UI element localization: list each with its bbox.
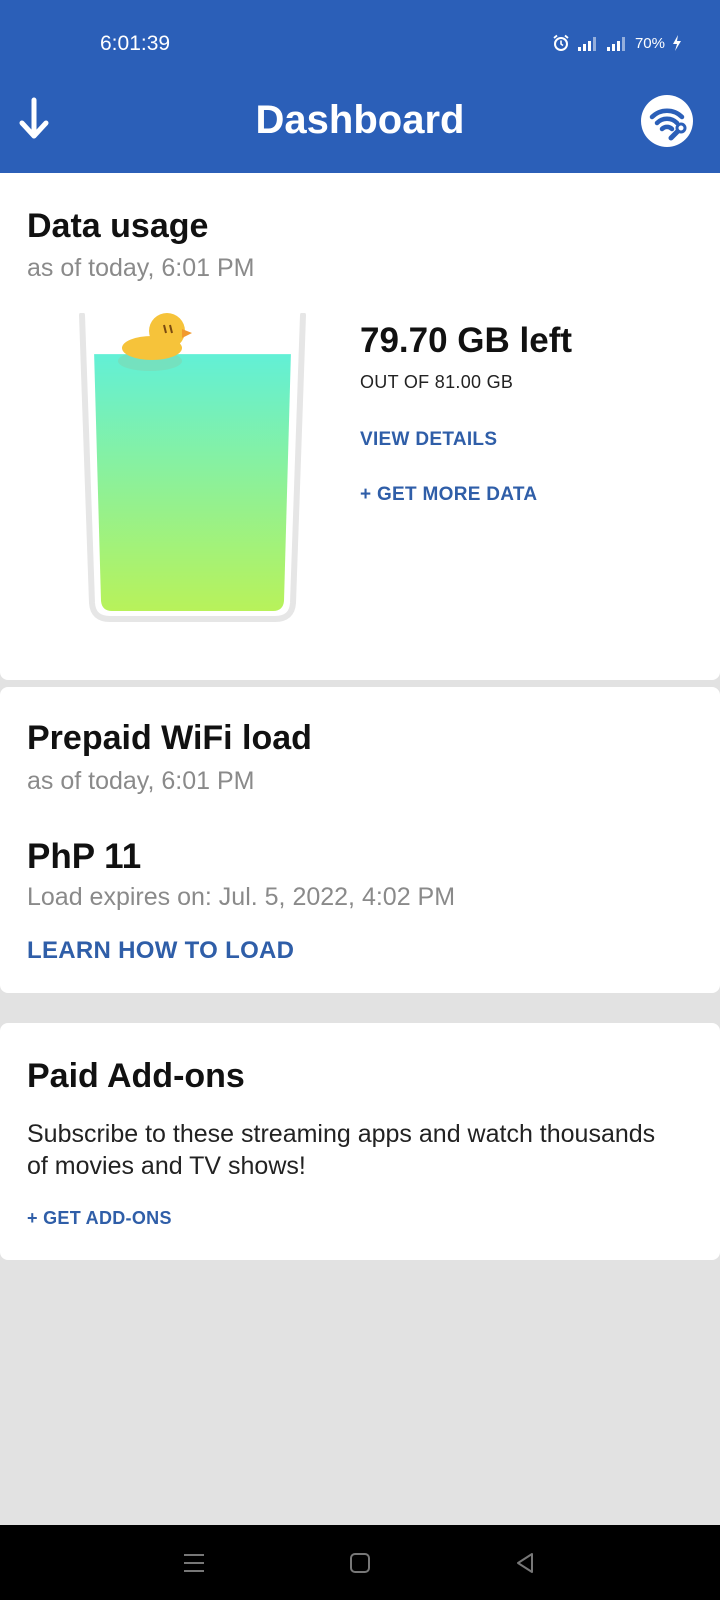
- battery-level: 70%: [634, 34, 665, 52]
- menu-icon: [184, 1554, 204, 1572]
- liquid-fill: [94, 354, 291, 611]
- data-usage-timestamp: as of today, 6:01 PM: [27, 254, 255, 282]
- prepaid-timestamp: as of today, 6:01 PM: [27, 767, 255, 795]
- recent-apps-button[interactable]: [174, 1543, 214, 1583]
- data-usage-title: Data usage: [27, 207, 209, 245]
- get-more-data-link[interactable]: + GET MORE DATA: [360, 484, 537, 506]
- view-details-link[interactable]: VIEW DETAILS: [360, 429, 497, 451]
- back-triangle-icon: [517, 1553, 533, 1573]
- wifi-settings-button[interactable]: [641, 95, 693, 147]
- status-time: 6:01:39: [100, 32, 171, 55]
- get-addons-link[interactable]: + GET ADD-ONS: [27, 1208, 172, 1229]
- system-nav-bar: [0, 1525, 720, 1600]
- data-glass-graphic: [79, 313, 306, 622]
- load-expiry: Load expires on: Jul. 5, 2022, 4:02 PM: [27, 883, 456, 911]
- signal-icon: [577, 37, 596, 51]
- duck-icon: [118, 313, 192, 371]
- paid-addons-card: Paid Add-ons Subscribe to these streamin…: [0, 1023, 720, 1260]
- load-amount: PhP 11: [27, 837, 142, 876]
- addons-description: Subscribe to these streaming apps and wa…: [27, 1120, 656, 1180]
- home-button[interactable]: [340, 1543, 380, 1583]
- wifi-wrench-icon: [649, 108, 687, 141]
- home-square-icon: [350, 1553, 370, 1573]
- page-title: Dashboard: [255, 98, 465, 142]
- prepaid-title: Prepaid WiFi load: [27, 719, 312, 757]
- data-usage-card: Data usage as of today, 6:01 PM 79.70 GB…: [0, 173, 720, 680]
- prepaid-load-card: Prepaid WiFi load as of today, 6:01 PM P…: [0, 687, 720, 993]
- signal-icon-2: [606, 37, 625, 51]
- data-total: OUT OF 81.00 GB: [360, 372, 514, 392]
- back-button[interactable]: [505, 1543, 545, 1583]
- learn-how-to-load-link[interactable]: LEARN HOW TO LOAD: [27, 937, 294, 965]
- data-remaining: 79.70 GB left: [360, 321, 573, 360]
- addons-title: Paid Add-ons: [27, 1057, 245, 1095]
- alarm-icon: [553, 34, 569, 51]
- app-header: 6:01:39 70% Dashboard: [0, 0, 720, 173]
- charging-icon: [673, 35, 681, 51]
- status-icons: 70%: [552, 34, 682, 52]
